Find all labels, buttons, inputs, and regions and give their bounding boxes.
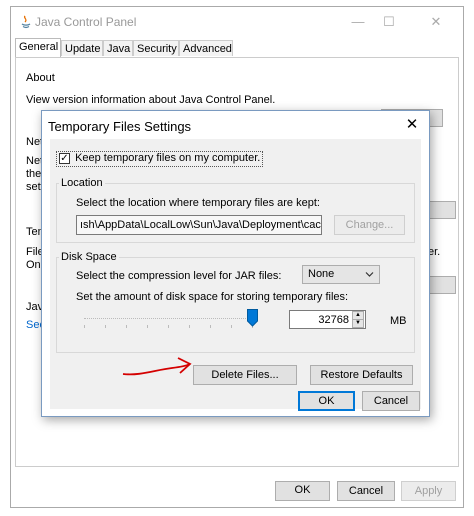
title-bar[interactable]: Java Control Panel — ☐ ✕: [11, 7, 463, 37]
compression-prompt: Select the compression level for JAR fil…: [76, 270, 282, 282]
disk-space-spinner[interactable]: 32768 ▲ ▼: [289, 310, 366, 329]
slider-thumb[interactable]: [247, 309, 259, 327]
disk-space-group-label: Disk Space: [59, 251, 119, 263]
minimize-icon[interactable]: —: [343, 13, 373, 31]
change-location-button[interactable]: Change...: [334, 215, 405, 235]
disk-space-slider[interactable]: [84, 309, 259, 333]
delete-files-button[interactable]: Delete Files...: [193, 365, 297, 385]
java-logo-icon: [21, 15, 31, 29]
location-prompt: Select the location where temporary file…: [76, 197, 320, 209]
dialog-ok-button[interactable]: OK: [298, 391, 355, 411]
tab-advanced[interactable]: Advanced: [179, 40, 233, 56]
apply-button[interactable]: Apply: [401, 481, 456, 501]
dialog-body: ✓ Keep temporary files on my computer. L…: [50, 139, 421, 411]
chevron-down-icon: [365, 272, 374, 277]
about-text: View version information about Java Cont…: [26, 94, 276, 106]
maximize-icon[interactable]: ☐: [374, 13, 404, 31]
ok-button[interactable]: OK: [275, 481, 330, 501]
window-title: Java Control Panel: [35, 15, 137, 29]
dialog-title: Temporary Files Settings: [48, 119, 192, 134]
close-icon[interactable]: ✕: [421, 13, 451, 31]
slider-track: [84, 318, 256, 321]
slider-tick: [168, 325, 169, 328]
disk-amount-prompt: Set the amount of disk space for storing…: [76, 291, 349, 303]
spin-down-icon[interactable]: ▼: [352, 319, 364, 328]
network-text-line: the: [26, 168, 42, 180]
restore-defaults-button[interactable]: Restore Defaults: [310, 365, 413, 385]
slider-tick: [84, 325, 85, 328]
location-group-label: Location: [59, 177, 105, 189]
slider-tick: [189, 325, 190, 328]
slider-tick: [126, 325, 127, 328]
disk-space-value: 32768: [318, 314, 349, 326]
dialog-cancel-button[interactable]: Cancel: [362, 391, 420, 411]
tab-general[interactable]: General: [15, 38, 61, 57]
cancel-button[interactable]: Cancel: [337, 481, 395, 501]
slider-tick: [105, 325, 106, 328]
compression-select[interactable]: None: [302, 265, 380, 284]
slider-tick: [210, 325, 211, 328]
slider-tick: [231, 325, 232, 328]
tab-update[interactable]: Update: [61, 40, 103, 56]
dialog-close-icon[interactable]: ✕: [401, 115, 423, 135]
about-heading: About: [26, 72, 55, 84]
tab-security[interactable]: Security: [133, 40, 179, 56]
cache-path-field[interactable]: ısh\AppData\LocalLow\Sun\Java\Deployment…: [76, 215, 322, 235]
keep-temp-files-label: Keep temporary files on my computer.: [75, 152, 261, 165]
temporary-files-settings-dialog: Temporary Files Settings ✕ ✓ Keep tempor…: [41, 110, 430, 417]
tab-java[interactable]: Java: [103, 40, 133, 56]
keep-temp-files-checkbox[interactable]: ✓: [59, 152, 70, 164]
network-settings-button[interactable]: [426, 201, 456, 219]
temp-files-settings-button[interactable]: [426, 276, 456, 294]
slider-tick: [147, 325, 148, 328]
red-arrow-annotation: [122, 357, 192, 376]
disk-space-unit: MB: [390, 315, 407, 327]
keep-temp-files-option[interactable]: ✓ Keep temporary files on my computer.: [56, 151, 264, 167]
compression-value: None: [308, 268, 335, 280]
